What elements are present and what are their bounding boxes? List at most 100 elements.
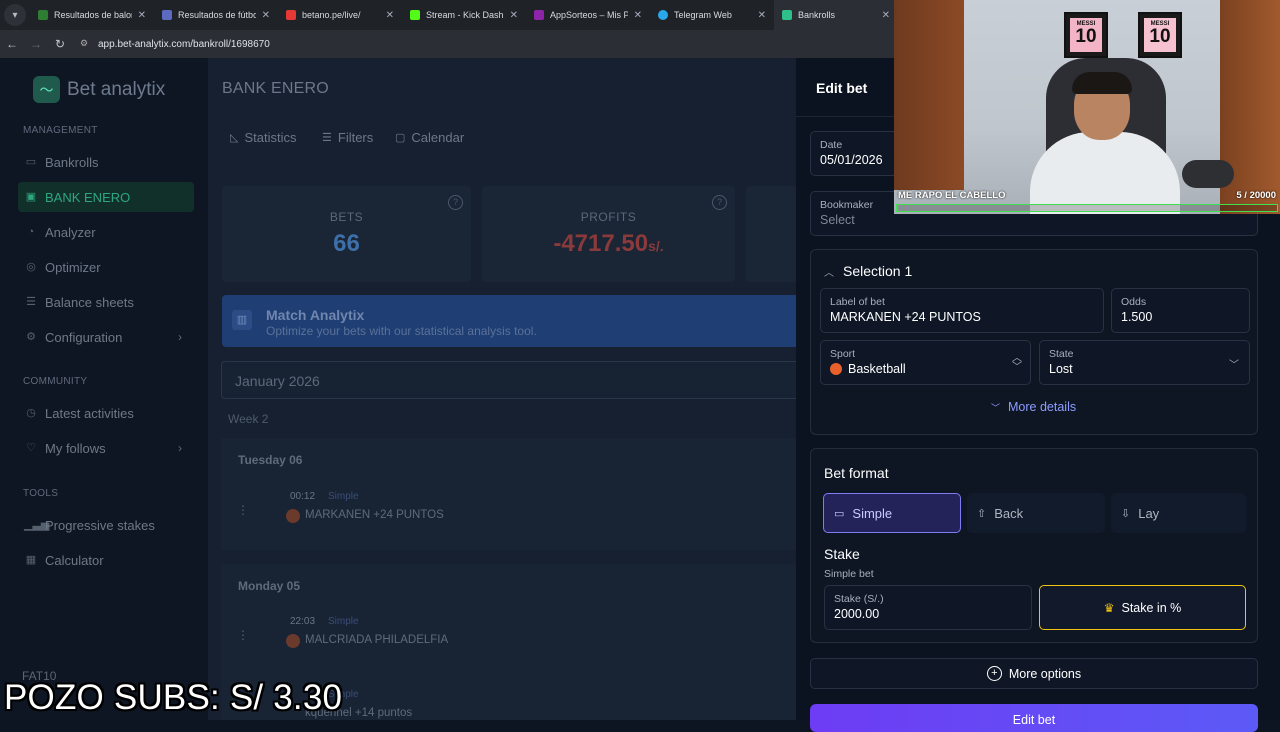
sidebar-item-calculator[interactable]: ▦ Calculator (18, 545, 194, 575)
main-content: BANK ENERO ◺ Statistics ☰ Filters ▢ Calenda… (208, 58, 797, 720)
bet-time: 22:03 (290, 616, 316, 627)
url-field[interactable]: ⚙ app.bet-analytix.com/bankroll/1698670 (80, 38, 270, 50)
webcam-overlay: MESSI 10 MESSI 10 ME RAPO EL CABELLO 5 / 2… (894, 0, 1280, 214)
tab-close-icon[interactable]: ✕ (758, 10, 766, 21)
forward-icon[interactable]: → (24, 37, 48, 51)
format-back-button[interactable]: ⇧ Back (967, 493, 1105, 533)
ticket-icon: ▭ (834, 507, 845, 520)
more-vertical-icon[interactable]: ⋮ (237, 503, 249, 517)
app-logo[interactable]: 〜 Bet analytix (33, 76, 165, 103)
sidebar-item-bankrolls[interactable]: ▭ Bankrolls (18, 147, 194, 177)
browser-tab[interactable]: Telegram Web ✕ (650, 0, 774, 30)
statistics-button[interactable]: ◺ Statistics (230, 126, 296, 148)
tab-close-icon[interactable]: ✕ (634, 10, 642, 21)
chevron-down-icon: ﹀ (1229, 360, 1239, 371)
browser-tab[interactable]: Resultados de fútbol ✕ (154, 0, 278, 30)
more-details-button[interactable]: ﹀ More details (991, 400, 1076, 414)
compass-icon: ◎ (26, 261, 36, 273)
tab-close-icon[interactable]: ✕ (386, 10, 394, 21)
section-management-label: MANAGEMENT (23, 125, 98, 136)
bet-format-card: Bet format ▭ Simple ⇧ Back ⇩ Lay Stake Simp… (810, 448, 1258, 643)
site-info-icon[interactable]: ⚙ (80, 38, 92, 50)
tab-close-icon[interactable]: ✕ (882, 10, 890, 21)
browser-tab-active[interactable]: Bankrolls ✕ (774, 0, 898, 30)
sidebar-item-progressive-stakes[interactable]: ▁▃▅ Progressive stakes (18, 510, 194, 540)
sidebar-item-latest-activities[interactable]: ◷ Latest activities (18, 398, 194, 428)
sidebar-item-optimizer[interactable]: ◎ Optimizer (18, 252, 194, 282)
more-options-button[interactable]: + More options (810, 658, 1258, 689)
stake-in-percent-button[interactable]: ♛ Stake in % (1039, 585, 1246, 630)
sidebar-item-balance-sheets[interactable]: ☰ Balance sheets (18, 287, 194, 317)
section-tools-label: TOOLS (23, 488, 59, 499)
bet-label: MARKANEN +24 PUNTOS (305, 509, 444, 521)
more-options-label: More options (1008, 666, 1082, 681)
section-community-label: COMMUNITY (23, 376, 88, 387)
help-icon[interactable]: ? (448, 195, 463, 210)
more-details-label: More details (1008, 400, 1077, 414)
stake-subtitle: Simple bet (824, 568, 874, 580)
stat-title: BETS (329, 210, 364, 224)
match-analytix-banner[interactable]: ▥ Match Analytix Optimize your bets with… (222, 295, 796, 347)
state-select[interactable]: State Lost ﹀ (1039, 340, 1250, 385)
reload-icon[interactable]: ↻ (48, 37, 72, 51)
stat-value: 66 (333, 230, 360, 257)
tab-label: Resultados de balon (54, 10, 132, 20)
sidebar-item-label: My follows (45, 440, 106, 456)
logo-chart-icon: 〜 (33, 76, 60, 103)
date-value: 05/01/2026 (820, 153, 883, 167)
basketball-icon (286, 509, 300, 523)
sport-select[interactable]: Sport Basketball ︿ ﹀ (820, 340, 1031, 385)
tab-favicon-icon (782, 10, 792, 20)
back-icon[interactable]: ← (0, 37, 24, 51)
odds-value: 1.500 (1121, 310, 1153, 324)
sidebar-item-my-follows[interactable]: ♡ My follows › (18, 433, 194, 463)
tab-close-icon[interactable]: ✕ (138, 10, 146, 21)
sidebar-item-label: Latest activities (45, 405, 134, 421)
stake-value: 2000.00 (834, 607, 880, 621)
sidebar-item-label: Optimizer (45, 259, 101, 275)
odds-label: Odds (1121, 296, 1147, 308)
date-label: Date (820, 139, 843, 151)
filters-button[interactable]: ☰ Filters (322, 126, 373, 148)
stat-card-bets: BETS 66 ? (222, 186, 471, 282)
jersey-number: 10 (1149, 26, 1171, 47)
edit-bet-submit-button[interactable]: Edit bet (810, 704, 1258, 732)
stake-field[interactable]: Stake (S/.) 2000.00 (824, 585, 1032, 630)
calendar-button[interactable]: ▢ Calendar (395, 126, 464, 148)
bookmaker-label: Bookmaker (820, 199, 874, 211)
label-of-bet-field[interactable]: Label of bet MARKANEN +24 PUNTOS (820, 288, 1104, 333)
selection-header[interactable]: ︿ Selection 1 (824, 263, 912, 279)
tab-close-icon[interactable]: ✕ (262, 10, 270, 21)
format-simple-button[interactable]: ▭ Simple (823, 493, 961, 533)
sidebar-item-analyzer[interactable]: ◔ Analyzer (18, 217, 194, 247)
day-label: Tuesday 06 (238, 453, 303, 467)
chevron-up-icon: ︿ (824, 267, 834, 279)
microphone-image (1182, 160, 1234, 188)
sidebar-item-label: Calculator (45, 552, 104, 568)
goal-caption: ME RAPO EL CABELLO (898, 190, 1006, 201)
browser-tab[interactable]: betano.pe/live/ ✕ (278, 0, 402, 30)
goal-counter: 5 / 20000 (1236, 190, 1276, 201)
month-selector[interactable]: January 2026 (221, 361, 797, 399)
more-vertical-icon[interactable]: ⋮ (237, 628, 249, 642)
browser-tab[interactable]: Resultados de balon ✕ (30, 0, 154, 30)
stat-value-wrap: -4717.50s/. (482, 230, 735, 258)
tab-search-dropdown-icon[interactable]: ▾ (4, 4, 26, 26)
sidebar-item-bank-enero[interactable]: ▣ BANK ENERO (18, 182, 194, 212)
odds-field[interactable]: Odds 1.500 (1111, 288, 1250, 333)
arrow-down-icon: ⇩ (1121, 507, 1131, 520)
browser-tab[interactable]: Stream - Kick Dashbo ✕ (402, 0, 526, 30)
streamer-image (1012, 58, 1180, 214)
format-lay-button[interactable]: ⇩ Lay (1111, 493, 1246, 533)
tab-close-icon[interactable]: ✕ (510, 10, 518, 21)
sidebar-item-configuration[interactable]: ⚙ Configuration › (18, 322, 194, 352)
browser-tab[interactable]: AppSorteos – Mis Pro ✕ (526, 0, 650, 30)
selection-1-card: ︿ Selection 1 Label of bet MARKANEN +24 P… (810, 249, 1258, 435)
crown-icon: ♛ (1103, 600, 1115, 615)
format-back-label: Back (994, 505, 1024, 521)
chevron-right-icon: › (178, 330, 182, 344)
bars-icon: ▁▃▅ (24, 519, 50, 531)
stat-title: PROFITS (580, 210, 637, 224)
tab-label: AppSorteos – Mis Pro (550, 10, 628, 20)
help-icon[interactable]: ? (712, 195, 727, 210)
